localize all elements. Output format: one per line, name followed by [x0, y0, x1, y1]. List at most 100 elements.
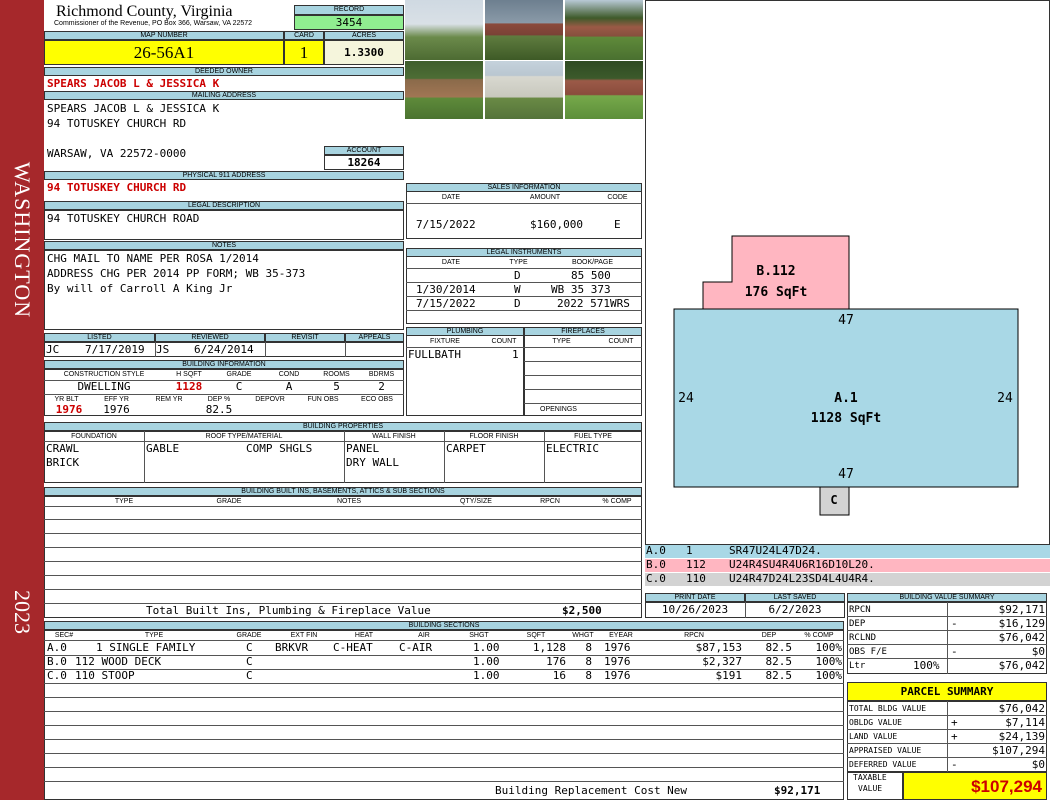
- vs-obs-label: OBS F/E: [849, 647, 887, 657]
- ps-obldg-value: $7,114: [1005, 716, 1045, 729]
- replacement-cost: $92,171: [774, 784, 821, 797]
- bi-cond-header: COND: [278, 371, 300, 378]
- account-number: 18264: [324, 155, 404, 170]
- card-label: CARD: [284, 31, 324, 40]
- county-side-band: [0, 0, 44, 800]
- legend-c-vectors: U24R47D24L23SD4L4U4R4.: [729, 572, 875, 585]
- last-saved: 6/2/2023: [768, 603, 822, 616]
- bi-rooms-header: ROOMS: [323, 371, 350, 378]
- ps-land-value: $24,139: [998, 730, 1045, 743]
- map-number: 26-56A1: [44, 40, 284, 65]
- sales-amount-header: AMOUNT: [529, 194, 561, 201]
- plumbing-fixture: FULLBATH: [408, 348, 461, 361]
- sec-c-grade: C: [246, 669, 253, 682]
- reviewed-by: JS: [156, 343, 170, 356]
- card-number: 1: [284, 40, 324, 65]
- sec-b-comp: 100%: [815, 655, 843, 668]
- sec-a-shgt: 1.00: [473, 641, 500, 654]
- building-sketch: B.112 176 SqFt A.1 1128 SqFt 47 47 24 24…: [673, 235, 1019, 516]
- sales-date-header: DATE: [441, 194, 461, 201]
- taxable-label-1: TAXABLE: [853, 773, 887, 782]
- bi-cond: A: [285, 380, 293, 393]
- property-photo-2: [485, 0, 563, 60]
- sec-c-id: C.0: [47, 669, 67, 682]
- bi-grade-header: GRADE: [226, 371, 252, 378]
- li-row-1-book: 85 500: [571, 269, 611, 282]
- vs-rclnd-label: RCLND: [849, 633, 877, 643]
- sec-c-shgt: 1.00: [473, 669, 500, 682]
- sec-header-sqft: SQFT: [526, 632, 546, 639]
- bi-hsqft-header: H SQFT: [176, 371, 202, 378]
- building-properties-title: BUILDING PROPERTIES: [44, 422, 642, 431]
- sec-c-whgt: 8: [585, 669, 592, 682]
- sec-a-air: C-AIR: [399, 641, 433, 654]
- builtins-grade-header: GRADE: [216, 498, 242, 505]
- sec-header-type: TYPE: [144, 632, 164, 639]
- replacement-cost-label: Building Replacement Cost New: [495, 784, 688, 797]
- openings-label: OPENINGS: [540, 406, 577, 413]
- side-year: 2023: [10, 590, 35, 634]
- ps-land-label: LAND VALUE: [849, 732, 898, 741]
- li-row-3-type: D: [514, 297, 521, 310]
- sec-b-sqft: 176: [546, 655, 566, 668]
- vs-ltr-value: $76,042: [998, 659, 1045, 672]
- mailing-line-2: 94 TOTUSKEY CHURCH RD: [47, 117, 187, 130]
- vs-ltr-pct: 100%: [913, 659, 940, 672]
- acres-value: 1.3300: [324, 40, 404, 65]
- legend-c-code: 110: [686, 572, 706, 585]
- builtins-rpcn-header: RPCN: [540, 498, 560, 505]
- ps-obldg-label: OBLDG VALUE: [849, 718, 902, 727]
- floor-finish: CARPET: [446, 442, 486, 455]
- sec-b-id: B.0: [47, 655, 67, 668]
- legal-description-label: LEGAL DESCRIPTION: [44, 201, 404, 210]
- property-photo-4: [405, 61, 483, 119]
- legal-description-box: [44, 210, 404, 240]
- side-label: WASHINGTON: [10, 161, 35, 319]
- sec-c-dep: 82.5: [765, 669, 793, 682]
- bi-dep: 82.5: [205, 403, 233, 416]
- section-b-label: B.112: [756, 264, 795, 279]
- bi-style-header: CONSTRUCTION STYLE: [63, 371, 145, 378]
- taxable-label-2: VALUE: [858, 784, 883, 793]
- vs-rpcn-value: $92,171: [998, 603, 1045, 616]
- roof-material: COMP SHGLS: [246, 442, 313, 455]
- sec-c-sqft: 16: [552, 669, 566, 682]
- property-photo-6: [565, 61, 643, 119]
- floor-finish-header: FLOOR FINISH: [469, 433, 519, 440]
- note-line-3: By will of Carroll A King Jr: [47, 282, 233, 295]
- sec-a-grade: C: [246, 641, 253, 654]
- sec-header-air: AIR: [418, 632, 430, 639]
- sec-a-comp: 100%: [815, 641, 843, 654]
- plumbing-count: 1: [512, 348, 519, 361]
- sec-header-shgt: SHGT: [469, 632, 489, 639]
- sales-code: E: [614, 218, 621, 231]
- bi-style: DWELLING: [77, 380, 131, 393]
- legend-b-id: B.0: [646, 558, 666, 571]
- sec-b-eyear: 1976: [604, 655, 631, 668]
- notes-label: NOTES: [44, 241, 404, 250]
- commissioner-line: Commissioner of the Revenue, PO Box 366,…: [54, 20, 253, 27]
- li-row-2-type: W: [514, 283, 521, 296]
- deeded-owner: SPEARS JACOB L & JESSICA K: [47, 77, 220, 90]
- note-line-1: CHG MAIL TO NAME PER ROSA 1/2014: [47, 252, 259, 265]
- mailing-address-label: MAILING ADDRESS: [44, 91, 404, 100]
- listed-label: LISTED: [44, 333, 155, 342]
- taxable-value: $107,294: [903, 772, 1047, 800]
- print-date: 10/26/2023: [661, 603, 729, 616]
- property-photo-3: [565, 0, 643, 60]
- sec-header-extfin: EXT FIN: [290, 632, 318, 639]
- dim-bottom: 47: [838, 467, 854, 482]
- sec-a-eyear: 1976: [604, 641, 631, 654]
- fuel-type: ELECTRIC: [546, 442, 599, 455]
- fuel-type-header: FUEL TYPE: [574, 433, 612, 440]
- deeded-owner-label: DEEDED OWNER: [44, 67, 404, 76]
- builtins-total: $2,500: [562, 604, 602, 617]
- builtins-box: [44, 496, 642, 618]
- sec-header-eyear: EYEAR: [609, 632, 633, 639]
- note-line-2: ADDRESS CHG PER 2014 PP FORM; WB 35-373: [47, 267, 306, 280]
- acres-label: ACRES: [324, 31, 404, 40]
- bi-bdrms: 2: [378, 380, 385, 393]
- physical-address: 94 TOTUSKEY CHURCH RD: [47, 181, 187, 194]
- li-row-2-book: WB 35 373: [551, 283, 611, 296]
- builtins-title: BUILDING BUILT INS, BASEMENTS, ATTICS & …: [44, 487, 642, 496]
